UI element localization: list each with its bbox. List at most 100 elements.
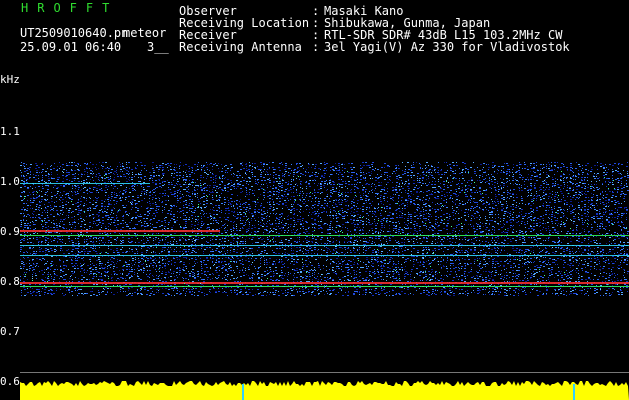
signal-speck xyxy=(173,244,174,245)
signal-speck xyxy=(474,182,475,183)
signal-speck xyxy=(336,188,337,189)
y-tick-label: 0.9 xyxy=(0,225,20,238)
signal-speck xyxy=(453,178,454,179)
signal-speck xyxy=(214,264,215,265)
signal-speck xyxy=(414,277,415,278)
signal-speck xyxy=(433,253,434,254)
signal-line-cyan xyxy=(20,255,629,256)
signal-speck xyxy=(377,249,378,250)
meteor-marker xyxy=(573,384,575,400)
signal-speck xyxy=(245,173,246,174)
signal-speck xyxy=(341,193,342,194)
signal-speck xyxy=(338,194,339,195)
signal-speck xyxy=(501,188,502,189)
signal-speck xyxy=(355,195,356,196)
signal-speck xyxy=(592,205,593,206)
signal-speck xyxy=(247,219,248,220)
signal-speck xyxy=(358,260,359,261)
signal-speck xyxy=(279,276,280,277)
signal-speck xyxy=(461,223,462,224)
signal-speck xyxy=(302,262,303,263)
signal-speck xyxy=(306,272,307,273)
signal-speck xyxy=(430,279,431,280)
signal-speck xyxy=(193,182,194,183)
signal-speck xyxy=(21,224,22,225)
signal-speck xyxy=(83,264,84,265)
signal-speck xyxy=(563,222,564,223)
signal-speck xyxy=(446,181,447,182)
signal-speck xyxy=(198,204,199,205)
signal-speck xyxy=(444,219,445,220)
signal-speck xyxy=(561,171,562,172)
signal-line-cyan xyxy=(20,183,150,184)
signal-speck xyxy=(344,218,345,219)
signal-speck xyxy=(262,220,263,221)
file-name: UT2509010640.pn xyxy=(20,26,129,40)
signal-speck xyxy=(200,185,201,186)
signal-speck xyxy=(325,286,326,287)
signal-speck xyxy=(151,252,152,253)
signal-speck xyxy=(302,259,303,260)
signal-speck xyxy=(578,255,579,256)
signal-speck xyxy=(407,234,408,235)
signal-speck xyxy=(448,182,449,183)
info-separator: : xyxy=(312,40,320,54)
signal-speck xyxy=(260,170,261,171)
signal-speck xyxy=(524,263,525,264)
signal-speck xyxy=(211,218,212,219)
signal-speck xyxy=(590,186,591,187)
signal-speck xyxy=(151,229,152,230)
meteor-label: meteor xyxy=(123,26,167,40)
signal-speck xyxy=(425,271,426,272)
signal-speck xyxy=(544,180,545,181)
signal-speck xyxy=(439,272,440,273)
signal-speck xyxy=(310,180,311,181)
signal-speck xyxy=(48,276,49,277)
signal-speck xyxy=(225,190,226,191)
signal-speck xyxy=(299,195,300,196)
signal-speck xyxy=(335,271,336,272)
signal-speck xyxy=(140,195,141,196)
signal-speck xyxy=(237,242,238,243)
signal-speck xyxy=(600,289,601,290)
signal-speck xyxy=(137,238,138,239)
signal-speck xyxy=(613,240,614,241)
signal-speck xyxy=(267,278,268,279)
signal-speck xyxy=(310,192,311,193)
signal-speck xyxy=(281,190,282,191)
info-key: Receiving Antenna xyxy=(179,40,302,54)
info-value: 3el Yagi(V) Az 330 for Vladivostok xyxy=(324,40,570,54)
signal-speck xyxy=(314,230,315,231)
meteor-marker xyxy=(242,384,244,400)
signal-speck xyxy=(336,227,337,228)
info-row-antenna: Receiving Antenna : 3el Yagi(V) Az 330 f… xyxy=(179,41,570,53)
signal-speck xyxy=(346,212,347,213)
y-tick-label: 1.1 xyxy=(0,125,20,138)
signal-speck xyxy=(65,243,66,244)
signal-speck xyxy=(24,196,25,197)
signal-speck xyxy=(547,222,548,223)
signal-speck xyxy=(413,241,414,242)
signal-line-red xyxy=(20,282,629,284)
signal-speck xyxy=(229,266,230,267)
signal-speck xyxy=(423,272,424,273)
signal-speck xyxy=(608,188,609,189)
signal-speck xyxy=(340,231,341,232)
signal-line-green xyxy=(20,235,629,236)
signal-speck xyxy=(216,195,217,196)
signal-speck xyxy=(433,252,434,253)
signal-line-red xyxy=(20,230,220,232)
signal-speck xyxy=(613,180,614,181)
signal-speck xyxy=(381,244,382,245)
signal-speck xyxy=(612,224,613,225)
signal-speck xyxy=(338,211,339,212)
signal-speck xyxy=(141,289,142,290)
signal-speck xyxy=(146,264,147,265)
signal-speck xyxy=(63,172,64,173)
signal-line-cyan xyxy=(20,245,629,246)
signal-speck xyxy=(295,184,296,185)
signal-speck xyxy=(310,262,311,263)
signal-speck xyxy=(78,251,79,252)
signal-speck xyxy=(194,240,195,241)
baseline-line xyxy=(20,372,629,373)
